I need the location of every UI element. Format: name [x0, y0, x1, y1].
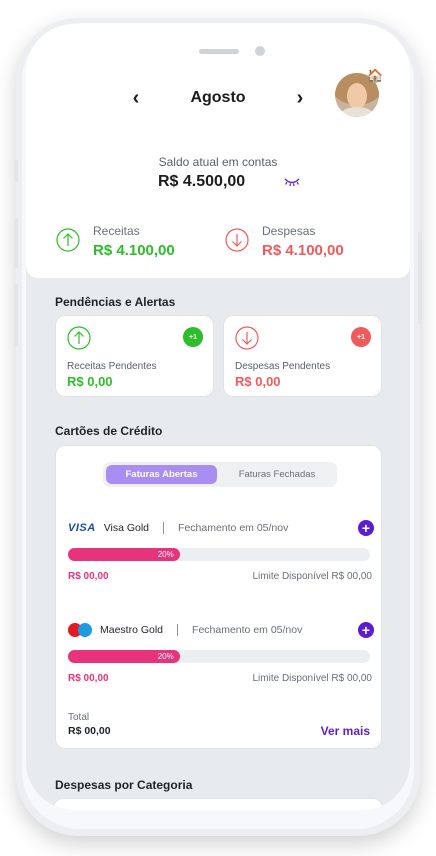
usage-bar: 20% — [68, 548, 370, 561]
tab-open-invoices[interactable]: Faturas Abertas — [106, 465, 217, 484]
expense-pending-card[interactable]: +1 Despesas Pendentes R$ 0,00 — [223, 315, 382, 397]
card-amount: R$ 00,00 — [68, 673, 109, 684]
available-limit: Limite Disponível R$ 00,00 — [252, 673, 372, 684]
phone-side-button — [14, 284, 18, 346]
income-pending-label: Receitas Pendentes — [67, 361, 157, 372]
card-amount: R$ 00,00 — [68, 571, 109, 582]
income-pending-value: R$ 0,00 — [67, 374, 113, 389]
app-screen: ‹ Agosto › 🏠 Saldo atual em contas R$ 4.… — [26, 24, 410, 810]
hide-balance-icon[interactable] — [284, 176, 300, 188]
closing-date: Fechamento em 05/nov — [192, 624, 303, 636]
balance-label: Saldo atual em contas — [158, 155, 278, 169]
alerts-section-title: Pendências e Alertas — [55, 295, 176, 309]
month-title: Agosto — [190, 89, 246, 106]
income-arrow-up-icon — [56, 228, 80, 252]
visa-logo: VISA — [68, 522, 96, 534]
available-limit: Limite Disponível R$ 00,00 — [252, 571, 372, 582]
speaker — [199, 49, 239, 54]
usage-percent: 20% — [157, 652, 174, 661]
expense-pending-value: R$ 0,00 — [235, 374, 281, 389]
maestro-logo — [68, 623, 92, 637]
expense-arrow-down-icon — [235, 326, 259, 350]
balance-value: R$ 4.500,00 — [158, 173, 246, 190]
divider — [177, 624, 179, 636]
invoice-tabs: Faturas Abertas Faturas Fechadas — [103, 462, 337, 487]
card-name: Visa Gold — [103, 522, 150, 534]
home-badge-icon: 🏠 — [367, 68, 384, 83]
camera — [255, 46, 265, 56]
see-more-link[interactable]: Ver mais — [321, 724, 370, 738]
expense-pending-badge: +1 — [351, 327, 371, 347]
total-label: Total — [68, 712, 90, 723]
usage-bar: 20% — [68, 650, 370, 663]
usage-bar-fill: 20% — [68, 650, 180, 663]
income-label: Receitas — [93, 224, 140, 238]
add-expense-button[interactable]: + — [358, 622, 374, 638]
income-arrow-up-icon — [67, 326, 91, 350]
closing-date: Fechamento em 05/nov — [178, 522, 289, 534]
expense-arrow-down-icon — [225, 228, 249, 252]
categories-card — [53, 798, 383, 810]
phone-side-button — [14, 218, 18, 268]
header-panel — [26, 24, 410, 278]
usage-bar-fill: 20% — [68, 548, 180, 561]
phone-side-button — [14, 160, 18, 182]
total-value: R$ 00,00 — [68, 725, 111, 737]
expense-pending-label: Despesas Pendentes — [235, 361, 331, 372]
card-name: Maestro Gold — [100, 624, 164, 636]
phone-side-button — [418, 232, 422, 324]
income-pending-card[interactable]: +1 Receitas Pendentes R$ 0,00 — [55, 315, 214, 397]
credit-cards-card: Faturas Abertas Faturas Fechadas VISA Vi… — [55, 445, 382, 749]
tab-closed-invoices[interactable]: Faturas Fechadas — [221, 465, 333, 484]
divider — [163, 522, 165, 534]
usage-percent: 20% — [157, 550, 174, 559]
expense-label: Despesas — [262, 224, 316, 238]
previous-month-button[interactable]: ‹ — [126, 87, 146, 109]
income-value: R$ 4.100,00 — [93, 242, 175, 259]
expense-value: R$ 4.100,00 — [262, 242, 344, 259]
next-month-button[interactable]: › — [290, 87, 310, 109]
categories-section-title: Despesas por Categoria — [55, 778, 193, 792]
income-pending-badge: +1 — [183, 327, 203, 347]
add-expense-button[interactable]: + — [358, 520, 374, 536]
credit-cards-section-title: Cartões de Crédito — [55, 424, 163, 438]
